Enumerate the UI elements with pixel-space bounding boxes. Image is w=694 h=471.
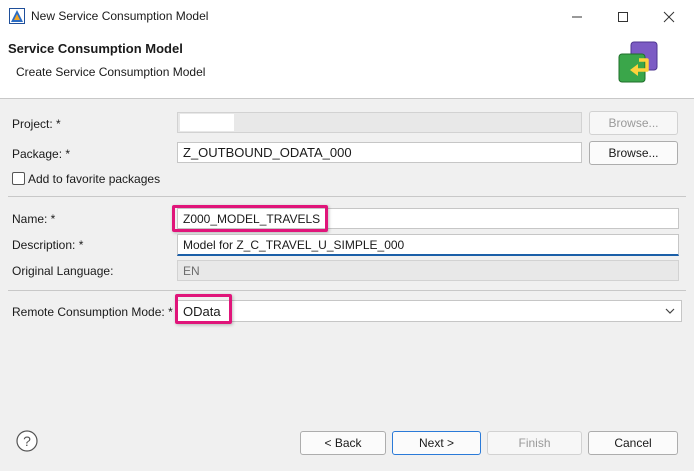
back-button[interactable]: < Back [300, 431, 386, 455]
section-separator [8, 196, 686, 197]
project-field-fill [180, 114, 234, 131]
project-label: Project: * [12, 117, 61, 131]
package-field[interactable]: Z_OUTBOUND_ODATA_000 [177, 142, 582, 163]
wizard-subtitle: Create Service Consumption Model [16, 65, 206, 79]
name-label: Name: * [12, 212, 56, 226]
description-label: Description: * [12, 238, 84, 252]
eclipse-app-icon [9, 8, 25, 24]
remote-consumption-mode-label: Remote Consumption Mode: * [12, 305, 173, 319]
favorite-packages-label: Add to favorite packages [28, 172, 161, 186]
close-button[interactable] [646, 0, 692, 33]
title-bar[interactable]: New Service Consumption Model [0, 0, 694, 33]
chevron-down-icon[interactable] [664, 305, 676, 317]
section-separator [8, 290, 686, 291]
finish-button[interactable]: Finish [487, 431, 582, 455]
window-title: New Service Consumption Model [31, 9, 209, 23]
description-field[interactable]: Model for Z_C_TRAVEL_U_SIMPLE_000 [177, 234, 679, 256]
help-icon[interactable]: ? [16, 430, 38, 452]
name-highlight-box [172, 205, 328, 232]
original-language-label: Original Language: [12, 264, 114, 278]
wizard-header: Service Consumption Model Create Service… [0, 33, 694, 99]
next-button[interactable]: Next > [392, 431, 481, 455]
maximize-button[interactable] [600, 0, 646, 33]
remote-consumption-mode-select[interactable]: OData [177, 300, 682, 322]
cancel-button[interactable]: Cancel [588, 431, 678, 455]
favorite-packages-checkbox[interactable] [12, 172, 25, 185]
package-browse-button[interactable]: Browse... [589, 141, 678, 165]
service-consumption-model-icon [617, 40, 661, 86]
mode-highlight-box [175, 294, 232, 324]
svg-text:?: ? [23, 433, 31, 449]
minimize-button[interactable] [554, 0, 600, 33]
package-label: Package: * [12, 147, 71, 161]
project-browse-button[interactable]: Browse... [589, 111, 678, 135]
project-field[interactable] [177, 112, 582, 133]
wizard-title: Service Consumption Model [8, 41, 183, 56]
original-language-field: EN [177, 260, 679, 281]
